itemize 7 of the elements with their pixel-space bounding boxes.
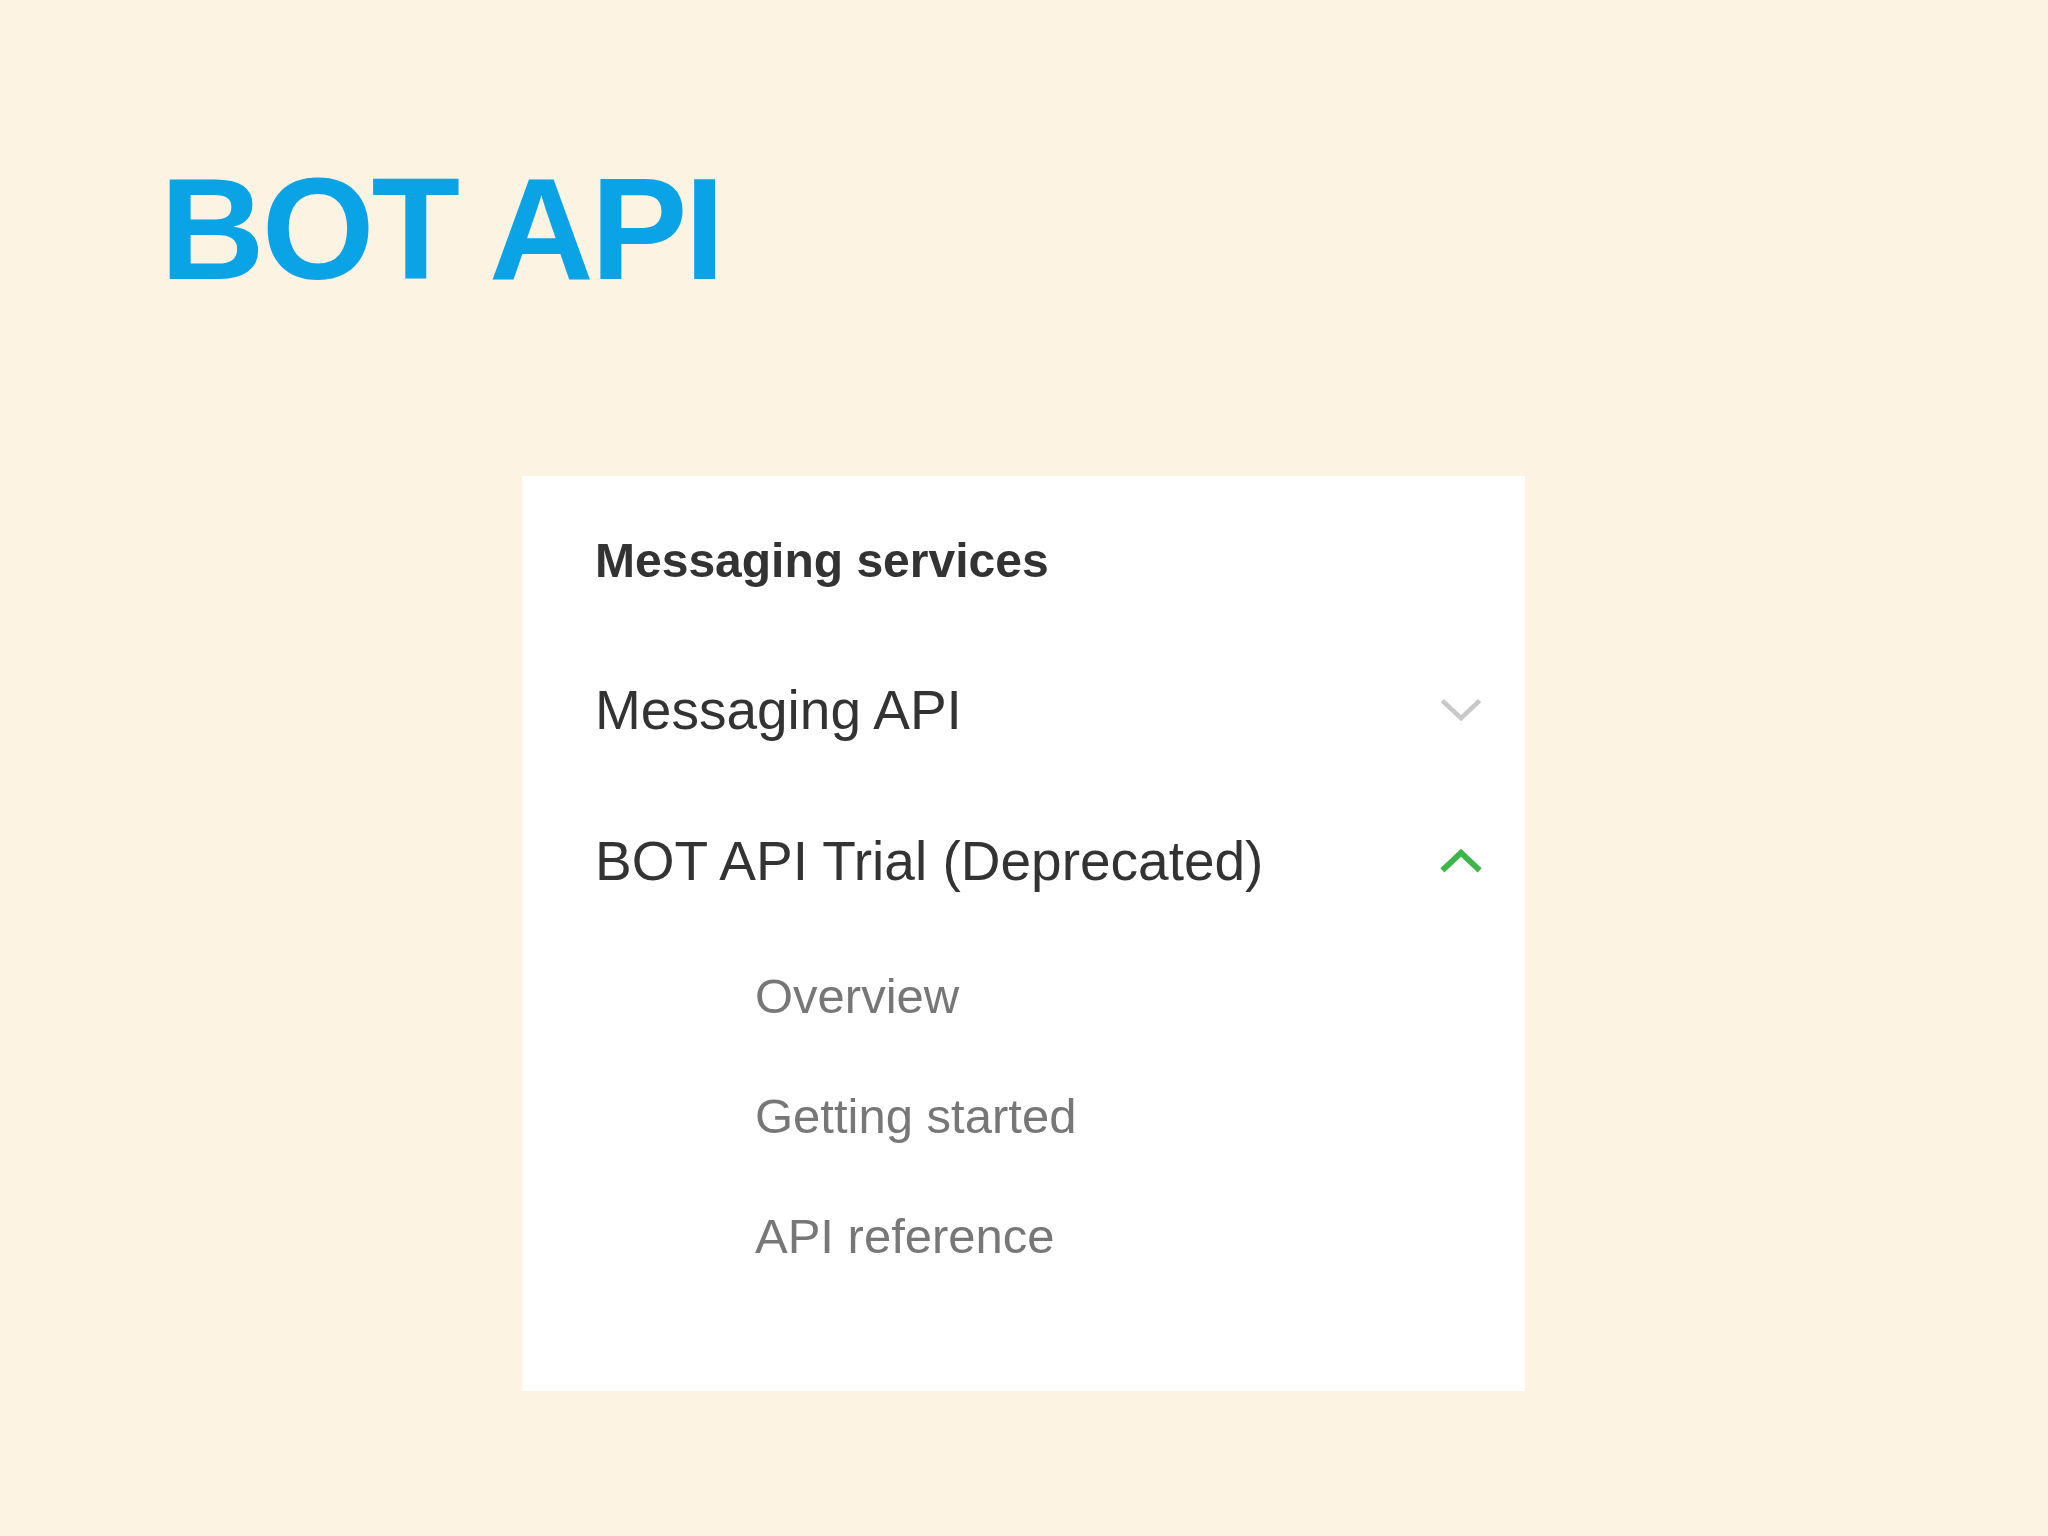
slide-title: BOT API <box>160 150 722 310</box>
menu-heading: Messaging services <box>595 532 1049 589</box>
menu-item[interactable]: BOT API Trial (Deprecated) <box>595 785 1485 937</box>
submenu-item[interactable]: Overview <box>755 965 960 1026</box>
submenu-item[interactable]: API reference <box>755 1205 1055 1266</box>
submenu-item[interactable]: Getting started <box>755 1085 1077 1146</box>
menu-item[interactable]: Messaging API <box>595 634 1485 786</box>
